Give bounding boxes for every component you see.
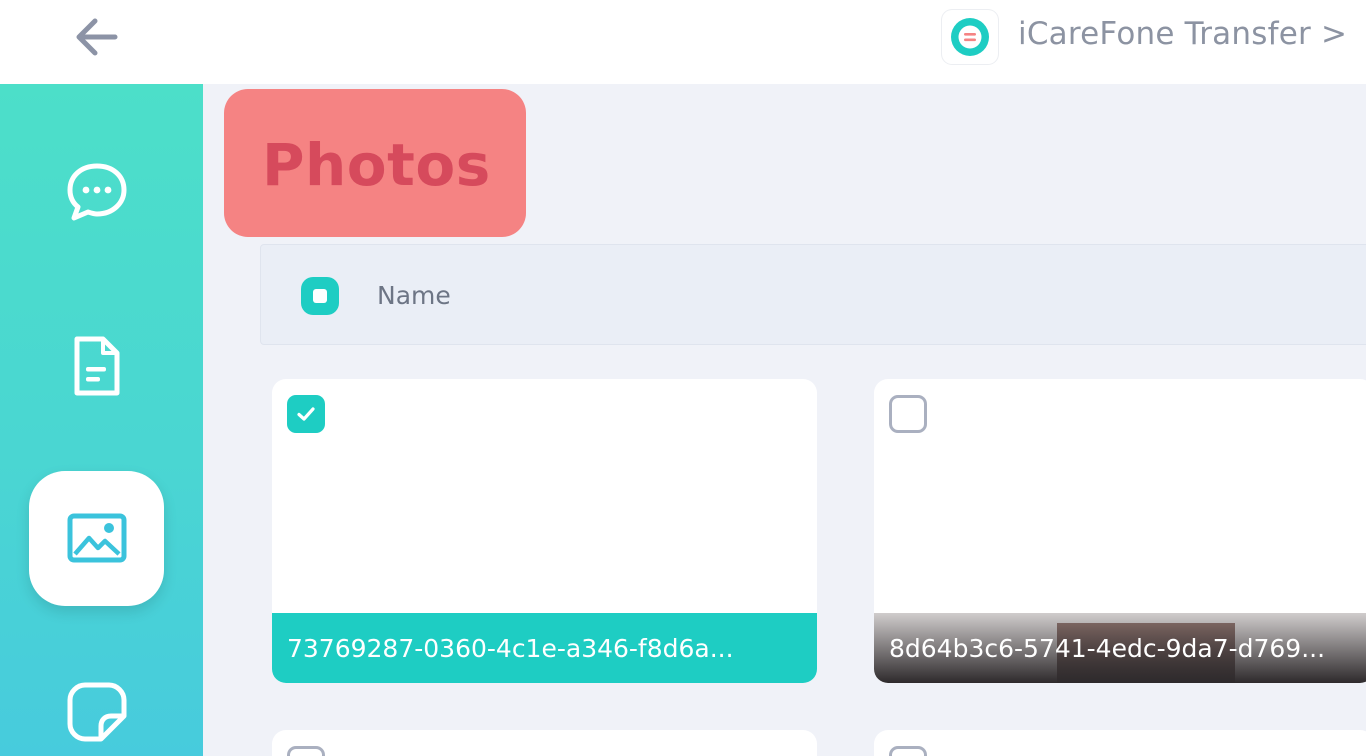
sidebar (0, 84, 203, 756)
arrow-left-icon (76, 18, 118, 56)
column-header-name[interactable]: Name (377, 281, 451, 310)
sidebar-item-messages[interactable] (29, 124, 164, 259)
page-title-highlight: Photos (224, 89, 526, 237)
sticker-icon (67, 682, 126, 741)
back-button[interactable] (66, 12, 126, 62)
photo-checkbox[interactable] (287, 746, 325, 756)
top-bar: iCareFone Transfer > (0, 0, 1366, 84)
photo-card[interactable]: 8d64b3c6-5741-4edc-9da7-d769... (874, 379, 1366, 683)
document-icon (74, 336, 119, 395)
icarefone-logo-icon (951, 18, 989, 56)
select-all-checkbox[interactable] (301, 277, 339, 315)
checkmark-icon (297, 407, 315, 421)
list-header: Name (260, 244, 1366, 345)
sidebar-item-files[interactable] (29, 298, 164, 433)
image-icon (67, 513, 126, 562)
photo-card[interactable] (874, 730, 1366, 756)
app-title[interactable]: iCareFone Transfer > (1018, 16, 1347, 52)
sidebar-item-stickers[interactable] (29, 644, 164, 756)
partial-select-icon (313, 289, 327, 303)
photo-name: 8d64b3c6-5741-4edc-9da7-d769... (874, 613, 1366, 683)
chat-bubble-icon (67, 163, 126, 220)
photo-checkbox[interactable] (889, 746, 927, 756)
photo-card[interactable]: 73769287-0360-4c1e-a346-f8d6a... (272, 379, 817, 683)
page-title: Photos (262, 131, 491, 199)
photo-checkbox[interactable] (889, 395, 927, 433)
sidebar-item-photos[interactable] (29, 471, 164, 606)
photo-name: 73769287-0360-4c1e-a346-f8d6a... (272, 613, 817, 683)
app-logo (942, 10, 998, 64)
main-content: Photos Name 73769287-0360-4c1e-a346-f8d6… (203, 84, 1366, 756)
photo-checkbox[interactable] (287, 395, 325, 433)
photo-card[interactable] (272, 730, 817, 756)
